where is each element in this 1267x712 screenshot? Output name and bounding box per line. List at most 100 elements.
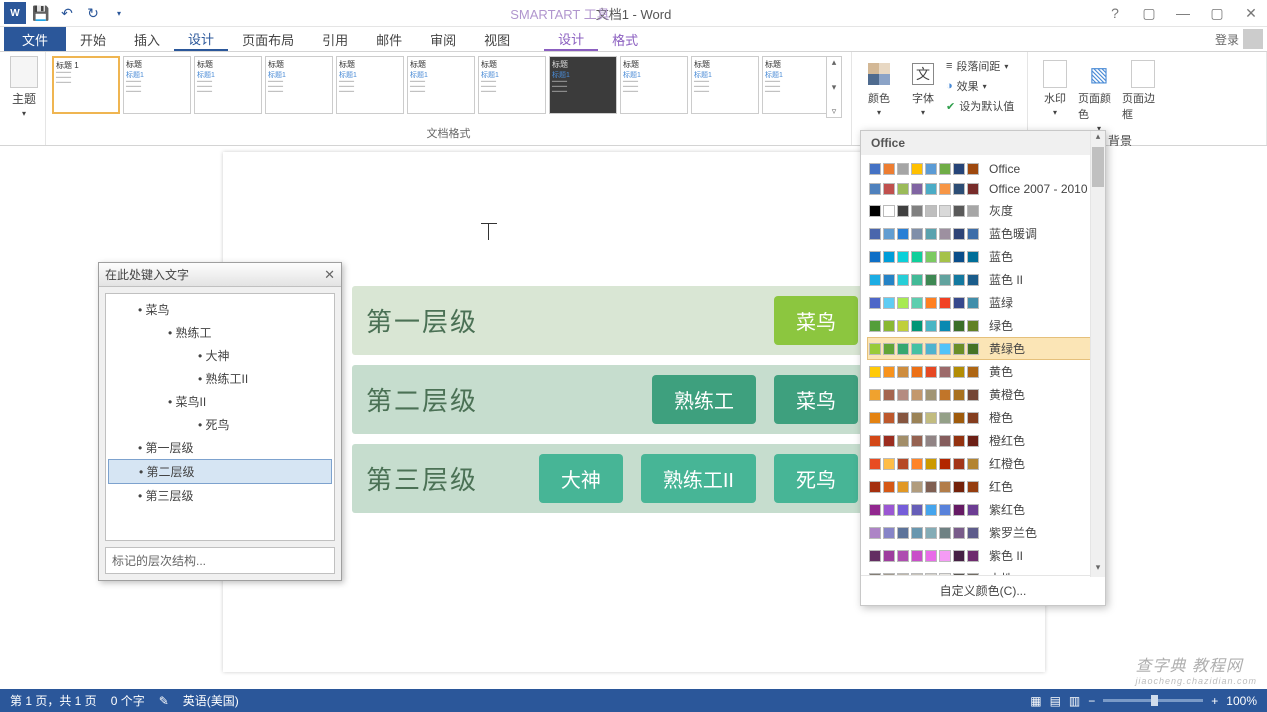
smartart-node[interactable]: 熟练工 (652, 375, 756, 424)
effects-button[interactable]: ◑效果▾ (946, 76, 1014, 96)
text-pane-item[interactable]: • 熟练工 (108, 321, 332, 344)
text-pane-item[interactable]: • 第三层级 (108, 484, 332, 507)
status-language[interactable]: 英语(美国) (183, 692, 239, 709)
scroll-down-icon[interactable]: ▾ (827, 82, 841, 93)
proofing-icon[interactable]: ✎ (159, 694, 169, 708)
scroll-up-icon[interactable]: ▴ (827, 57, 841, 68)
save-icon[interactable]: 💾 (30, 2, 52, 24)
status-word-count[interactable]: 0 个字 (111, 692, 145, 709)
ribbon-options-icon[interactable]: ▢ (1137, 5, 1161, 22)
text-cursor (488, 224, 489, 240)
tab-插入[interactable]: 插入 (120, 27, 174, 51)
close-icon[interactable]: ✕ (1239, 5, 1263, 22)
smartart-node[interactable]: 菜鸟 (774, 375, 858, 424)
watermark-button[interactable]: 水印▾ (1034, 56, 1076, 133)
style-thumbnail[interactable]: 标题标题1━━━━━━━━━━━━━━━ (549, 56, 617, 114)
zoom-level[interactable]: 100% (1226, 694, 1257, 708)
tab-审阅[interactable]: 审阅 (416, 27, 470, 51)
tab-设计[interactable]: 设计 (174, 27, 228, 51)
style-thumbnail[interactable]: 标题标题1━━━━━━━━━━━━━━━ (407, 56, 475, 114)
color-scheme-row[interactable]: 蓝色暖调 (867, 222, 1099, 245)
scrollbar-thumb[interactable] (1092, 147, 1104, 187)
tab-视图[interactable]: 视图 (470, 27, 524, 51)
style-thumbnail[interactable]: 标题标题1━━━━━━━━━━━━━━━ (478, 56, 546, 114)
style-thumbnail[interactable]: 标题标题1━━━━━━━━━━━━━━━ (265, 56, 333, 114)
help-icon[interactable]: ? (1103, 5, 1127, 21)
smartart-graphic[interactable]: 第一层级菜鸟第二层级熟练工菜鸟第三层级大神熟练工II死鸟 (352, 286, 872, 523)
color-scheme-row[interactable]: 蓝色 II (867, 268, 1099, 291)
undo-icon[interactable]: ↶ (56, 2, 78, 24)
view-read-icon[interactable]: ▦ (1030, 694, 1041, 708)
smartart-node[interactable]: 死鸟 (774, 454, 858, 503)
gallery-scroll[interactable]: ▴ ▾ ▿ (826, 56, 842, 118)
scroll-up-icon[interactable]: ▴ (1091, 131, 1105, 146)
set-default-button[interactable]: ✔设为默认值 (946, 96, 1014, 116)
tab-页面布局[interactable]: 页面布局 (228, 27, 308, 51)
color-scheme-row[interactable]: 红橙色 (867, 452, 1099, 475)
text-pane-item[interactable]: • 第一层级 (108, 436, 332, 459)
themes-button[interactable]: 主题 ▾ (6, 56, 42, 118)
zoom-slider[interactable] (1103, 699, 1203, 702)
text-pane-item[interactable]: • 第二层级 (108, 459, 332, 484)
style-thumbnail[interactable]: 标题标题1━━━━━━━━━━━━━━━ (194, 56, 262, 114)
color-scheme-row[interactable]: Office 2007 - 2010 (867, 179, 1099, 199)
text-pane-item[interactable]: • 菜鸟II (108, 390, 332, 413)
page-color-button[interactable]: ▧ 页面颜色▾ (1078, 56, 1120, 133)
redo-icon[interactable]: ↻ (82, 2, 104, 24)
color-scheme-row[interactable]: 紫罗兰色 (867, 521, 1099, 544)
color-scheme-row[interactable]: 蓝绿 (867, 291, 1099, 314)
color-scheme-row[interactable]: 橙色 (867, 406, 1099, 429)
text-pane-item[interactable]: • 熟练工II (108, 367, 332, 390)
color-scheme-row[interactable]: 紫色 II (867, 544, 1099, 567)
text-pane-item[interactable]: • 死鸟 (108, 413, 332, 436)
tab-引用[interactable]: 引用 (308, 27, 362, 51)
tab-邮件[interactable]: 邮件 (362, 27, 416, 51)
style-gallery[interactable]: 标题 1━━━━━━━━━━━━━━━标题标题1━━━━━━━━━━━━━━━标… (52, 56, 826, 118)
style-thumbnail[interactable]: 标题标题1━━━━━━━━━━━━━━━ (336, 56, 404, 114)
style-thumbnail[interactable]: 标题标题1━━━━━━━━━━━━━━━ (691, 56, 759, 114)
color-scheme-row[interactable]: 黄橙色 (867, 383, 1099, 406)
paragraph-spacing-button[interactable]: ≡段落间距▾ (946, 56, 1014, 76)
gallery-more-icon[interactable]: ▿ (827, 106, 841, 117)
text-pane-item[interactable]: • 大神 (108, 344, 332, 367)
zoom-in-icon[interactable]: + (1211, 694, 1218, 708)
color-scheme-row[interactable]: 紫红色 (867, 498, 1099, 521)
sign-in[interactable]: 登录 (1215, 29, 1263, 49)
scroll-down-icon[interactable]: ▾ (1091, 562, 1105, 577)
smartart-tab-设计[interactable]: 设计 (544, 27, 598, 51)
minimize-icon[interactable]: — (1171, 5, 1195, 21)
color-scheme-row[interactable]: 红色 (867, 475, 1099, 498)
customize-colors-button[interactable]: 自定义颜色(C)... (861, 575, 1105, 605)
view-web-icon[interactable]: ▥ (1069, 694, 1080, 708)
color-scheme-row[interactable]: 橙红色 (867, 429, 1099, 452)
smartart-node[interactable]: 大神 (539, 454, 623, 503)
text-pane-list[interactable]: • 菜鸟• 熟练工• 大神• 熟练工II• 菜鸟II• 死鸟• 第一层级• 第二… (105, 293, 335, 541)
tab-开始[interactable]: 开始 (66, 27, 120, 51)
view-print-icon[interactable]: ▤ (1050, 694, 1061, 708)
text-pane-item[interactable]: • 菜鸟 (108, 298, 332, 321)
tab-file[interactable]: 文件 (4, 27, 66, 51)
color-scheme-row[interactable]: 黄色 (867, 360, 1099, 383)
qat-customize-icon[interactable]: ▾ (108, 2, 130, 24)
style-thumbnail[interactable]: 标题 1━━━━━━━━━━━━━━━ (52, 56, 120, 114)
fonts-button[interactable]: 文 字体▾ (902, 56, 944, 117)
page-border-button[interactable]: 页面边框 (1122, 56, 1164, 133)
zoom-out-icon[interactable]: − (1088, 694, 1095, 708)
color-scheme-row[interactable]: 中性 (867, 567, 1099, 575)
popup-scrollbar[interactable]: ▴ ▾ (1090, 131, 1105, 577)
colors-button[interactable]: 颜色▾ (858, 56, 900, 117)
color-scheme-row[interactable]: 灰度 (867, 199, 1099, 222)
color-scheme-row[interactable]: Office (867, 159, 1099, 179)
smartart-node[interactable]: 菜鸟 (774, 296, 858, 345)
style-thumbnail[interactable]: 标题标题1━━━━━━━━━━━━━━━ (123, 56, 191, 114)
status-page[interactable]: 第 1 页，共 1 页 (10, 692, 97, 709)
style-thumbnail[interactable]: 标题标题1━━━━━━━━━━━━━━━ (620, 56, 688, 114)
maximize-icon[interactable]: ▢ (1205, 5, 1229, 22)
color-scheme-row[interactable]: 蓝色 (867, 245, 1099, 268)
color-scheme-row[interactable]: 绿色 (867, 314, 1099, 337)
style-thumbnail[interactable]: 标题标题1━━━━━━━━━━━━━━━ (762, 56, 826, 114)
text-pane-close-icon[interactable]: ✕ (324, 267, 335, 283)
smartart-node[interactable]: 熟练工II (641, 454, 756, 503)
smartart-tab-格式[interactable]: 格式 (598, 27, 652, 51)
color-scheme-row[interactable]: 黄绿色 (867, 337, 1099, 360)
